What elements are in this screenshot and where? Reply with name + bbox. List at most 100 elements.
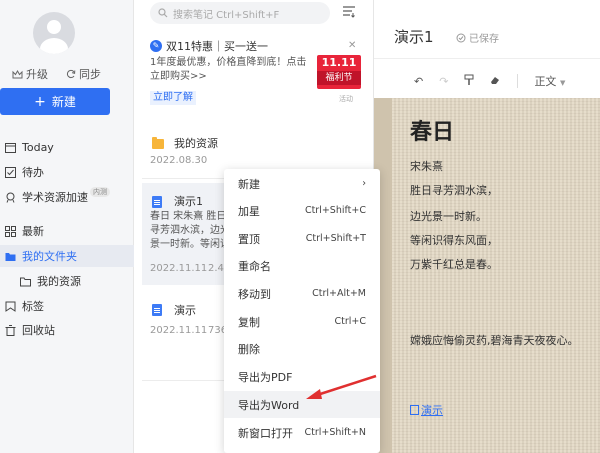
menu-item-label: 复制 <box>238 315 260 329</box>
menu-item-label: 导出为Word <box>238 398 300 412</box>
promo-title-row: ✎ 双11特惠｜买一送一 <box>150 38 268 54</box>
sidebar-item-today[interactable]: Today <box>0 136 134 158</box>
menu-item-label: 删除 <box>238 342 260 356</box>
menu-item-shortcut: Ctrl+Shift+C <box>304 205 366 216</box>
paragraph-style-select[interactable]: 正文 ▼ <box>534 73 565 89</box>
crown-icon <box>12 69 23 78</box>
style-select-value: 正文 <box>534 75 557 88</box>
tag-icon <box>5 301 16 312</box>
menu-item-rename[interactable]: 重命名 <box>224 252 380 279</box>
close-icon[interactable]: ✕ <box>348 40 356 51</box>
context-menu: 新建 › 加星 Ctrl+Shift+C 置顶 Ctrl+Shift+T 重命名 移动… <box>224 169 380 453</box>
sidebar-item-label: Today <box>22 140 54 154</box>
menu-item-copy[interactable]: 复制 Ctrl+C <box>224 308 380 335</box>
menu-item-label: 重命名 <box>238 259 271 273</box>
beta-badge: 内测 <box>90 187 110 197</box>
item-title: 我的资源 <box>174 137 218 150</box>
sidebar-item-todo[interactable]: 待办 <box>0 161 134 183</box>
upgrade-label: 升级 <box>26 68 48 81</box>
app-logo-icon: ✎ <box>150 40 162 52</box>
menu-item-shortcut: Ctrl+Shift+N <box>304 427 366 438</box>
sidebar-item-label: 我的资源 <box>37 275 81 288</box>
note-link-label: 演示 <box>421 404 443 417</box>
rocket-icon <box>6 192 15 203</box>
promo-badge-date: 11.11 <box>321 56 357 69</box>
sidebar-item-tags[interactable]: 标签 <box>0 295 134 317</box>
learn-more-link[interactable]: 立即了解 <box>150 91 196 105</box>
sidebar-item-trash[interactable]: 回收站 <box>0 319 134 341</box>
sidebar-item-my-resources[interactable]: 我的资源 <box>0 270 134 292</box>
menu-item-pin[interactable]: 置顶 Ctrl+Shift+T <box>224 225 380 252</box>
sidebar-item-label: 我的文件夹 <box>22 250 77 263</box>
promo-badge-label: 福利节 <box>317 71 361 85</box>
poem-line: 胜日寻芳泗水滨， <box>410 184 498 197</box>
promo-badge[interactable]: 11.11 福利节 <box>317 55 361 89</box>
checkbox-icon <box>5 166 16 178</box>
promo-banner[interactable]: ✎ 双11特惠｜买一送一 ✕ 1年度最优惠，价格直降到底！点击立即购买>> 11… <box>134 28 374 108</box>
annotation-arrow-icon <box>306 374 377 399</box>
save-status: 已保存 <box>456 30 499 45</box>
menu-item-open-new-window[interactable]: 新窗口打开 Ctrl+Shift+N <box>224 419 380 446</box>
calendar-icon <box>5 142 16 153</box>
menu-item-move[interactable]: 移动到 Ctrl+Alt+M <box>224 280 380 307</box>
menu-item-label: 加星 <box>238 204 260 218</box>
promo-title: 双11特惠｜买一送一 <box>166 40 268 53</box>
redo-icon[interactable]: ↷ <box>439 75 448 88</box>
poem-line: 嫦娥应悔偷灵药,碧海青天夜夜心。 <box>410 334 579 347</box>
sort-filter-icon[interactable] <box>342 6 356 18</box>
menu-item-label: 新建 <box>238 177 260 191</box>
menu-item-label: 新窗口打开 <box>238 426 293 440</box>
menu-item-shortcut: Ctrl+Shift+T <box>305 233 366 244</box>
upgrade-button[interactable]: 升级 <box>12 66 48 82</box>
grid-icon <box>5 225 16 237</box>
trash-icon <box>5 324 16 336</box>
check-circle-icon <box>456 33 466 42</box>
menu-item-delete[interactable]: 删除 <box>224 335 380 362</box>
new-button[interactable]: + 新建 <box>0 88 110 115</box>
sidebar-item-label: 标签 <box>22 300 44 313</box>
folder-icon <box>152 137 164 149</box>
chevron-right-icon: › <box>362 178 366 189</box>
sidebar-item-academic[interactable]: 学术资源加速 内测 <box>0 186 134 208</box>
menu-item-label: 移动到 <box>238 287 271 301</box>
item-size: 2.4 <box>208 263 224 274</box>
undo-icon[interactable]: ↶ <box>414 75 423 88</box>
poem-line: 万紫千红总是春。 <box>410 258 498 271</box>
folder-outline-icon <box>20 277 31 286</box>
search-input[interactable]: 搜索笔记 Ctrl+Shift+F <box>150 2 330 24</box>
menu-item-star[interactable]: 加星 Ctrl+Shift+C <box>224 197 380 224</box>
sidebar-item-my-folder[interactable]: 我的文件夹 <box>0 245 134 267</box>
note-link[interactable]: 演示 <box>410 402 443 418</box>
promo-description: 1年度最优惠，价格直降到底！点击立即购买>> <box>150 57 307 82</box>
toolbar-divider <box>374 58 600 59</box>
item-date: 2022.08.30 <box>150 155 208 166</box>
chevron-down-icon: ▼ <box>559 79 566 87</box>
eraser-icon[interactable] <box>490 75 501 88</box>
sync-button[interactable]: 同步 <box>66 66 101 82</box>
format-painter-icon[interactable] <box>464 74 474 89</box>
ad-label: 活动 <box>339 95 353 103</box>
document-canvas[interactable]: 春日 宋朱熹 胜日寻芳泗水滨， 边光景一时新。 等闲识得东风面， 万紫千红总是春… <box>392 98 600 453</box>
avatar[interactable] <box>33 12 75 54</box>
menu-item-label: 导出为PDF <box>238 370 293 384</box>
sidebar-item-label: 回收站 <box>22 324 55 337</box>
document-title[interactable]: 演示1 <box>394 26 434 47</box>
search-icon <box>158 8 168 18</box>
sidebar-item-label: 学术资源加速 <box>22 191 88 204</box>
item-date: 2022.11.11 <box>150 325 208 336</box>
poem-line: 边光景一时新。 <box>410 210 487 223</box>
editor-toolbar: ↶ ↷ 正文 ▼ <box>374 62 600 100</box>
new-button-label: 新建 <box>51 95 76 109</box>
menu-item-new[interactable]: 新建 › <box>224 170 380 197</box>
document-icon <box>152 196 162 208</box>
document-icon <box>152 304 162 316</box>
sync-icon <box>66 69 76 79</box>
search-placeholder: 搜索笔记 Ctrl+Shift+F <box>173 9 280 21</box>
sidebar-item-latest[interactable]: 最新 <box>0 220 134 242</box>
sidebar-item-label: 最新 <box>22 225 44 238</box>
menu-item-label: 置顶 <box>238 232 260 246</box>
folder-icon <box>5 252 16 261</box>
menu-item-shortcut: Ctrl+C <box>334 316 367 327</box>
poem-line: 宋朱熹 <box>410 160 443 173</box>
list-item-folder[interactable]: 我的资源 2022.08.30 <box>142 130 368 174</box>
